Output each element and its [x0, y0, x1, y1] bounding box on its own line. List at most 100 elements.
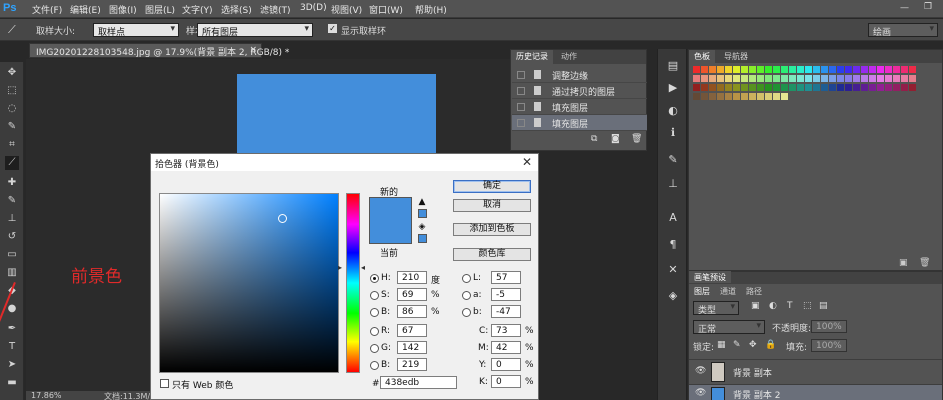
- color-swatch[interactable]: [773, 84, 780, 91]
- history-panel-icon[interactable]: ▤: [666, 59, 680, 73]
- color-swatch[interactable]: [845, 75, 852, 82]
- color-swatch[interactable]: [813, 84, 820, 91]
- color-swatch[interactable]: [701, 75, 708, 82]
- color-swatch[interactable]: [757, 93, 764, 100]
- brightness-input[interactable]: 86: [397, 305, 427, 318]
- color-swatch[interactable]: [725, 84, 732, 91]
- color-swatch[interactable]: [877, 75, 884, 82]
- gamut-warning-icon[interactable]: ▲: [417, 197, 427, 207]
- color-swatch[interactable]: [733, 75, 740, 82]
- tab-swatches[interactable]: 色板: [689, 50, 715, 63]
- color-swatch[interactable]: [845, 66, 852, 73]
- history-brush-tool-icon[interactable]: ↺: [5, 230, 19, 244]
- filter-type-icon[interactable]: T: [787, 301, 793, 311]
- close-icon[interactable]: ✕: [522, 155, 532, 169]
- tools-preset-icon[interactable]: ✕: [666, 263, 680, 277]
- swatch-grid[interactable]: [693, 66, 923, 108]
- sample-size-select[interactable]: 取样点: [93, 23, 179, 37]
- menu-filter[interactable]: 滤镜(T): [260, 3, 291, 16]
- color-swatch[interactable]: [853, 75, 860, 82]
- color-swatch[interactable]: [701, 66, 708, 73]
- hue-slider-right-arrow[interactable]: ◂: [361, 263, 365, 272]
- shape-tool-icon[interactable]: ▬: [5, 376, 19, 390]
- color-swatch[interactable]: [797, 75, 804, 82]
- workspace-select[interactable]: 绘画: [868, 23, 938, 37]
- menu-type[interactable]: 文字(Y): [182, 3, 213, 16]
- pen-tool-icon[interactable]: ✒: [5, 322, 19, 336]
- adjustments-icon[interactable]: ◐: [666, 104, 680, 118]
- lasso-tool-icon[interactable]: ◌: [5, 102, 19, 116]
- color-field-cursor[interactable]: [278, 214, 287, 223]
- color-swatch[interactable]: [717, 66, 724, 73]
- saturation-input[interactable]: 69: [397, 288, 427, 301]
- history-item[interactable]: 通过拷贝的图层: [512, 83, 647, 99]
- color-swatch[interactable]: [789, 75, 796, 82]
- color-swatch[interactable]: [789, 84, 796, 91]
- color-swatch[interactable]: [893, 66, 900, 73]
- clone-source-icon[interactable]: ⊥: [666, 177, 680, 191]
- color-swatch[interactable]: [749, 93, 756, 100]
- move-tool-icon[interactable]: ✥: [5, 66, 19, 80]
- ok-button[interactable]: 确定: [453, 180, 531, 193]
- hue-slider-left-arrow[interactable]: ▸: [338, 263, 342, 272]
- color-swatch[interactable]: [813, 75, 820, 82]
- color-swatch[interactable]: [709, 84, 716, 91]
- snapshot-icon[interactable]: ◙: [611, 134, 620, 144]
- color-swatch[interactable]: [869, 84, 876, 91]
- lightness-input[interactable]: 57: [491, 271, 521, 284]
- color-swatch[interactable]: [837, 84, 844, 91]
- healing-brush-tool-icon[interactable]: ✚: [5, 176, 19, 190]
- red-radio[interactable]: [370, 327, 379, 336]
- color-swatch[interactable]: [893, 84, 900, 91]
- opacity-input[interactable]: 100%: [811, 320, 847, 333]
- menu-3d[interactable]: 3D(D): [300, 3, 327, 13]
- color-swatch[interactable]: [821, 66, 828, 73]
- color-swatch[interactable]: [909, 75, 916, 82]
- color-swatch[interactable]: [757, 75, 764, 82]
- color-swatch[interactable]: [749, 84, 756, 91]
- layer-kind-filter[interactable]: 类型: [693, 301, 739, 315]
- color-libraries-button[interactable]: 颜色库: [453, 248, 531, 261]
- menu-image[interactable]: 图像(I): [109, 3, 137, 16]
- color-swatch[interactable]: [837, 75, 844, 82]
- gamut-color-chip[interactable]: [418, 209, 427, 218]
- color-swatch[interactable]: [853, 66, 860, 73]
- color-swatch[interactable]: [749, 75, 756, 82]
- character-panel-icon[interactable]: A: [666, 211, 680, 225]
- filter-shape-icon[interactable]: ⬚: [803, 301, 812, 311]
- path-select-tool-icon[interactable]: ➤: [5, 358, 19, 372]
- 3d-panel-icon[interactable]: ◈: [666, 289, 680, 303]
- color-swatch[interactable]: [805, 66, 812, 73]
- cancel-button[interactable]: 取消: [453, 199, 531, 212]
- color-swatch[interactable]: [765, 75, 772, 82]
- document-tab[interactable]: IMG20201228103548.jpg @ 17.9%(背景 副本 2, R…: [29, 43, 289, 58]
- tab-history[interactable]: 历史记录: [511, 50, 553, 64]
- color-swatch[interactable]: [765, 93, 772, 100]
- color-swatch[interactable]: [693, 84, 700, 91]
- color-swatch[interactable]: [813, 66, 820, 73]
- color-swatch[interactable]: [837, 66, 844, 73]
- cyan-input[interactable]: 73: [491, 324, 521, 337]
- blend-mode-select[interactable]: 正常: [693, 320, 765, 334]
- add-to-swatches-button[interactable]: 添加到色板: [453, 223, 531, 236]
- color-swatch[interactable]: [701, 84, 708, 91]
- color-swatch[interactable]: [885, 66, 892, 73]
- color-swatch[interactable]: [781, 84, 788, 91]
- history-item[interactable]: 调整边缘: [512, 67, 647, 83]
- color-swatch[interactable]: [869, 66, 876, 73]
- brightness-radio[interactable]: [370, 308, 379, 317]
- color-swatch[interactable]: [845, 84, 852, 91]
- color-swatch[interactable]: [741, 93, 748, 100]
- zoom-level[interactable]: 17.86%: [31, 391, 62, 400]
- tab-layers[interactable]: 图层: [689, 285, 715, 297]
- color-swatch[interactable]: [693, 93, 700, 100]
- color-swatch[interactable]: [717, 93, 724, 100]
- a-input[interactable]: -5: [491, 288, 521, 301]
- web-safe-color-chip[interactable]: [418, 234, 427, 243]
- eyedropper-tool-icon[interactable]: ⟋: [5, 156, 19, 170]
- color-swatch[interactable]: [909, 84, 916, 91]
- gradient-tool-icon[interactable]: ▥: [5, 266, 19, 280]
- history-item-selected[interactable]: 填充图层: [512, 115, 647, 131]
- color-swatch[interactable]: [773, 66, 780, 73]
- color-field[interactable]: [159, 193, 339, 373]
